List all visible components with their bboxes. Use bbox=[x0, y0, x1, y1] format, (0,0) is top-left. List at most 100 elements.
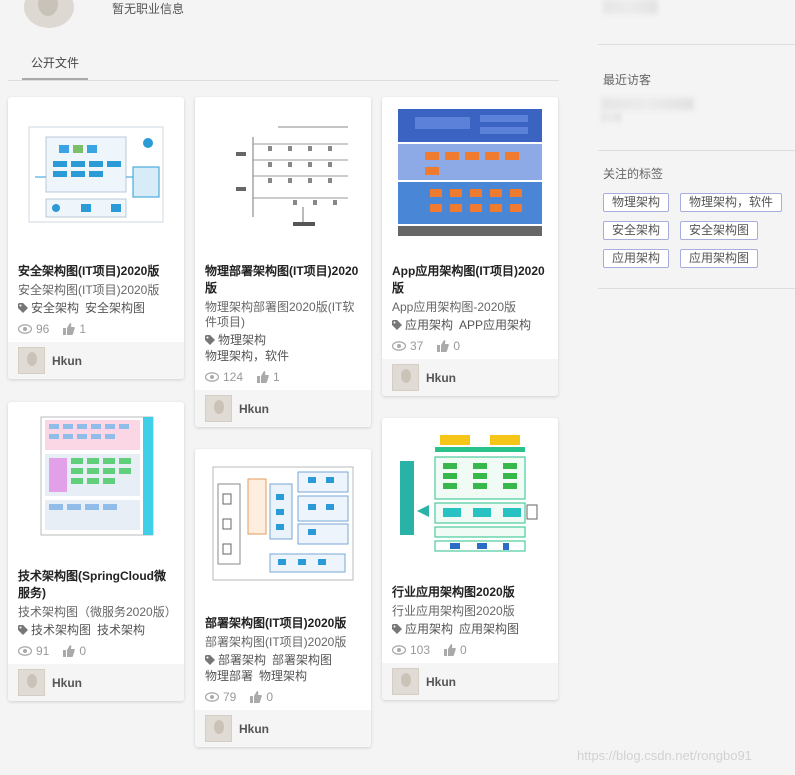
file-card[interactable]: 行业应用架构图2020版 行业应用架构图2020版 应用架构 应用架构图 103 … bbox=[382, 418, 558, 700]
sidebar-divider bbox=[598, 44, 795, 45]
tag-link[interactable]: 部署架构 bbox=[218, 653, 266, 667]
followed-tag[interactable]: 物理架构 bbox=[603, 193, 670, 212]
card-stats: 103 0 bbox=[392, 643, 548, 657]
author-name[interactable]: Hkun bbox=[426, 371, 456, 385]
card-subtitle: App应用架构图-2020版 bbox=[392, 300, 517, 314]
like-count: 1 bbox=[273, 370, 280, 384]
view-count: 79 bbox=[223, 690, 237, 704]
author-avatar[interactable] bbox=[392, 668, 419, 695]
tag-link[interactable]: 物理架构 bbox=[259, 669, 307, 683]
file-card[interactable]: 部署架构图(IT项目)2020版 部署架构图(IT项目)2020版 部署架构 部署… bbox=[195, 449, 371, 747]
author-avatar[interactable] bbox=[18, 347, 45, 374]
file-card[interactable]: 物理部署架构图(IT项目)2020版 物理架构部署图2020版(IT软件项目) … bbox=[195, 97, 371, 427]
thumbnail-image[interactable] bbox=[8, 97, 184, 247]
tag-icon bbox=[205, 335, 215, 345]
author-name[interactable]: Hkun bbox=[52, 676, 82, 690]
tag-link[interactable]: 技术架构图 bbox=[31, 623, 91, 637]
tag-link[interactable]: 物理架构 bbox=[218, 333, 266, 347]
author-name[interactable]: Hkun bbox=[426, 675, 456, 689]
watermark: https://blog.csdn.net/rongbo91 bbox=[577, 748, 752, 763]
tag-link[interactable]: 安全架构 bbox=[31, 301, 79, 315]
card-stats: 91 0 bbox=[18, 644, 174, 658]
tag-link[interactable]: 安全架构图 bbox=[85, 301, 145, 315]
eye-icon bbox=[18, 324, 32, 334]
tag-link[interactable]: 物理部署 bbox=[205, 669, 253, 683]
view-count: 37 bbox=[410, 339, 424, 353]
author-name[interactable]: Hkun bbox=[239, 402, 269, 416]
card-title[interactable]: 行业应用架构图2020版 bbox=[392, 584, 548, 601]
card-author[interactable]: Hkun bbox=[8, 664, 184, 701]
card-tags: 部署架构 部署架构图 物理部署 物理架构 bbox=[205, 652, 361, 684]
tag-link[interactable]: 应用架构图 bbox=[459, 622, 519, 636]
like-count: 0 bbox=[453, 339, 461, 353]
eye-icon bbox=[392, 645, 406, 655]
card-subtitle: 行业应用架构图2020版 bbox=[392, 604, 515, 618]
tag-link[interactable]: 部署架构图 bbox=[272, 653, 332, 667]
like-count: 0 bbox=[79, 644, 87, 658]
tag-link[interactable]: 应用架构 bbox=[405, 318, 453, 332]
sidebar-divider bbox=[598, 288, 795, 289]
card-author[interactable]: Hkun bbox=[382, 359, 558, 396]
file-card[interactable]: 技术架构图(SpringCloud微服务) 技术架构图（微服务2020版） 技术… bbox=[8, 402, 184, 701]
tab-bar: 公开文件 bbox=[8, 44, 559, 81]
thumbnail-image[interactable] bbox=[382, 418, 558, 568]
author-avatar[interactable] bbox=[18, 669, 45, 696]
card-subtitle: 技术架构图（微服务2020版） bbox=[18, 605, 177, 619]
card-author[interactable]: Hkun bbox=[195, 390, 371, 427]
profile-avatar[interactable] bbox=[24, 0, 74, 28]
tag-link[interactable]: 物理架构，软件 bbox=[205, 349, 289, 363]
author-avatar[interactable] bbox=[205, 715, 232, 742]
card-tags: 物理架构 物理架构，软件 bbox=[205, 332, 361, 364]
card-title[interactable]: 安全架构图(IT项目)2020版 bbox=[18, 263, 174, 280]
thumbnail-image[interactable] bbox=[382, 97, 558, 247]
eye-icon bbox=[205, 692, 219, 702]
card-stats: 79 0 bbox=[205, 690, 361, 704]
author-name[interactable]: Hkun bbox=[239, 722, 269, 736]
card-tags: 安全架构 安全架构图 bbox=[18, 300, 174, 316]
view-count: 96 bbox=[36, 322, 50, 336]
blurred-visitor-avatars bbox=[601, 98, 694, 110]
tab-public-files[interactable]: 公开文件 bbox=[22, 54, 89, 80]
tag-link[interactable]: APP应用架构 bbox=[459, 318, 531, 332]
like-count: 1 bbox=[79, 322, 87, 336]
tag-link[interactable]: 技术架构 bbox=[97, 623, 145, 637]
followed-tag[interactable]: 物理架构，软件 bbox=[680, 193, 783, 212]
followed-tag[interactable]: 应用架构 bbox=[603, 249, 670, 268]
like-count: 0 bbox=[266, 690, 274, 704]
thumbnail-image[interactable] bbox=[195, 449, 371, 599]
author-avatar[interactable] bbox=[392, 364, 419, 391]
tag-icon bbox=[18, 625, 28, 635]
tag-link[interactable]: 应用架构 bbox=[405, 622, 453, 636]
followed-tag[interactable]: 应用架构图 bbox=[680, 249, 759, 268]
sidebar-divider bbox=[598, 150, 795, 151]
card-author[interactable]: Hkun bbox=[195, 710, 371, 747]
card-title[interactable]: App应用架构图(IT项目)2020版 bbox=[392, 263, 548, 297]
profile-job: 暂无职业信息 bbox=[112, 2, 185, 16]
recent-visitors-title: 最近访客 bbox=[603, 73, 652, 87]
card-title[interactable]: 物理部署架构图(IT项目)2020版 bbox=[205, 263, 361, 297]
followed-tag[interactable]: 安全架构 bbox=[603, 221, 670, 240]
card-author[interactable]: Hkun bbox=[8, 342, 184, 379]
author-avatar[interactable] bbox=[205, 395, 232, 422]
author-name[interactable]: Hkun bbox=[52, 354, 82, 368]
thumbnail-image[interactable] bbox=[195, 97, 371, 247]
view-count: 103 bbox=[410, 643, 431, 657]
card-stats: 124 1 bbox=[205, 370, 361, 384]
thumbs-up-icon bbox=[63, 323, 76, 335]
card-tags: 应用架构 应用架构图 bbox=[392, 621, 548, 637]
card-author[interactable]: Hkun bbox=[382, 663, 558, 700]
thumbs-up-icon bbox=[257, 371, 269, 383]
card-title[interactable]: 技术架构图(SpringCloud微服务) bbox=[18, 568, 174, 602]
card-title[interactable]: 部署架构图(IT项目)2020版 bbox=[205, 615, 361, 632]
thumbnail-image[interactable] bbox=[8, 402, 184, 552]
card-subtitle: 安全架构图(IT项目)2020版 bbox=[18, 283, 160, 297]
followed-tag[interactable]: 安全架构图 bbox=[680, 221, 759, 240]
card-subtitle: 部署架构图(IT项目)2020版 bbox=[205, 635, 347, 649]
file-card[interactable]: 安全架构图(IT项目)2020版 安全架构图(IT项目)2020版 安全架构 安全… bbox=[8, 97, 184, 379]
view-count: 91 bbox=[36, 644, 50, 658]
card-subtitle: 物理架构部署图2020版(IT软件项目) bbox=[205, 300, 355, 329]
file-card[interactable]: App应用架构图(IT项目)2020版 App应用架构图-2020版 应用架构 A… bbox=[382, 97, 558, 396]
tag-icon bbox=[205, 655, 215, 665]
card-stats: 37 0 bbox=[392, 339, 548, 353]
thumbs-up-icon bbox=[63, 645, 76, 657]
